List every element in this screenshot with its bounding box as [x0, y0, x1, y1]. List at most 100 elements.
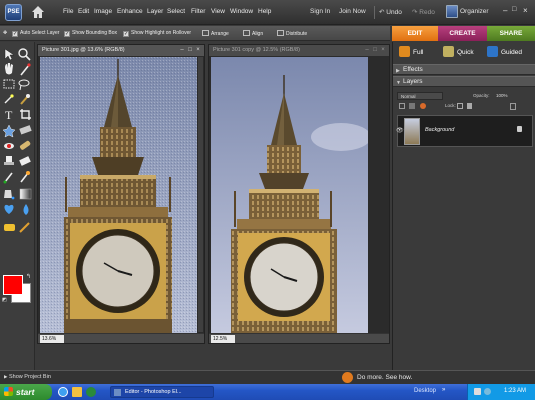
new-layer-icon[interactable]	[399, 103, 405, 109]
checkbox-icon: ✓	[123, 31, 129, 37]
layers-panel-header[interactable]: ▼ Layers	[393, 76, 535, 87]
pencil-tool-icon[interactable]	[19, 222, 30, 233]
show-project-bin-button[interactable]: ▶ Show Project Bin	[4, 374, 51, 380]
sponge-tool-icon[interactable]	[4, 224, 15, 231]
desktop-toolbar-label[interactable]: Desktop	[414, 388, 436, 394]
move-tool-icon[interactable]	[4, 48, 15, 61]
lock-all-icon[interactable]	[467, 103, 472, 109]
minimize-icon[interactable]: –	[503, 6, 507, 15]
toolbox: T ↰ ◩	[0, 42, 35, 370]
quick-edit-icon	[443, 46, 454, 57]
lock-transparency-icon[interactable]	[457, 103, 463, 109]
menu-select[interactable]: Select	[167, 8, 185, 15]
maximize-icon[interactable]: □	[512, 6, 516, 13]
organizer-button[interactable]: Organizer	[460, 8, 489, 15]
menu-help[interactable]: Help	[258, 8, 271, 15]
tab-edit[interactable]: EDIT	[392, 26, 438, 41]
opacity-field[interactable]: 100%	[496, 93, 508, 98]
swap-colors-icon[interactable]: ↰	[26, 273, 31, 280]
auto-select-layer-checkbox[interactable]: ✓ Auto Select Layer	[12, 30, 59, 37]
lasso-tool-icon[interactable]	[18, 79, 30, 91]
full-edit-tab[interactable]: Full	[399, 46, 423, 60]
smart-brush-icon[interactable]	[20, 171, 30, 183]
zoom-tool-icon[interactable]	[18, 48, 31, 61]
menu-filter[interactable]: Filter	[191, 8, 205, 15]
undo-button[interactable]: ↶ Undo	[379, 8, 402, 16]
minimize-icon[interactable]: –	[364, 47, 370, 53]
show-highlight-checkbox[interactable]: ✓ Show Highlight on Rollover	[123, 30, 191, 37]
do-more-link[interactable]: Do more. See how.	[357, 374, 412, 381]
arrange-button[interactable]: Arrange	[202, 30, 229, 37]
menu-image[interactable]: Image	[94, 8, 112, 15]
delete-layer-icon[interactable]	[510, 103, 516, 110]
home-icon[interactable]	[31, 5, 45, 19]
taskbar-app-button[interactable]: Editor - Photoshop El...	[110, 386, 214, 398]
close-icon[interactable]: ×	[380, 47, 386, 53]
healing-brush-icon[interactable]	[19, 140, 31, 150]
document-image	[211, 57, 368, 333]
menu-edit[interactable]: Edit	[78, 8, 89, 15]
paint-bucket-icon[interactable]	[4, 190, 15, 200]
type-tool-icon[interactable]: T	[5, 108, 13, 122]
foreground-color-swatch[interactable]	[3, 275, 23, 295]
distribute-button[interactable]: Distribute	[277, 30, 307, 37]
media-player-icon[interactable]	[86, 387, 96, 397]
menu-window[interactable]: Window	[230, 8, 253, 15]
lock-icon	[517, 126, 522, 132]
guided-edit-tab[interactable]: Guided	[487, 46, 522, 60]
adjustment-layer-icon[interactable]	[409, 103, 415, 109]
straighten-tool-icon[interactable]	[19, 125, 32, 135]
brush-tool-icon[interactable]	[3, 172, 13, 184]
distribute-icon	[277, 30, 284, 36]
quick-selection-icon[interactable]	[20, 94, 30, 105]
tab-share[interactable]: SHARE	[487, 26, 535, 41]
red-eye-icon[interactable]	[4, 143, 14, 149]
document-title-bar[interactable]: Picture 301 copy @ 12.5% (RGB/8)	[209, 45, 389, 56]
network-icon[interactable]	[474, 388, 481, 395]
vertical-scrollbar[interactable]	[198, 57, 203, 332]
volume-icon[interactable]	[484, 388, 491, 395]
maximize-icon[interactable]: □	[187, 47, 193, 53]
close-icon[interactable]: ×	[523, 6, 528, 15]
browser-icon[interactable]	[58, 387, 68, 397]
tab-create[interactable]: CREATE	[438, 26, 487, 41]
gradient-tool-icon[interactable]	[19, 188, 32, 200]
close-icon[interactable]: ×	[195, 47, 201, 53]
sign-in-link[interactable]: Sign In	[310, 8, 330, 15]
hand-tool-icon[interactable]	[5, 63, 13, 75]
maximize-icon[interactable]: □	[372, 47, 378, 53]
blur-tool-icon[interactable]	[23, 204, 29, 215]
eraser-icon[interactable]	[19, 156, 31, 166]
eyedropper-icon[interactable]	[20, 63, 31, 76]
cookie-cutter-icon[interactable]	[2, 124, 16, 138]
menu-view[interactable]: View	[211, 8, 225, 15]
menu-layer[interactable]: Layer	[147, 8, 163, 15]
zoom-field[interactable]: 12.5%	[211, 335, 235, 343]
quick-edit-tab[interactable]: Quick	[443, 46, 474, 60]
marquee-tool-icon[interactable]	[3, 79, 15, 89]
document-window-1[interactable]: Picture 301.jpg @ 13.6% (RGB/8) – □ × 13…	[37, 44, 205, 344]
redo-button[interactable]: ↷ Redo	[412, 8, 435, 16]
zoom-field[interactable]: 13.6%	[40, 335, 64, 343]
visibility-eye-icon[interactable]: 👁	[396, 127, 404, 134]
magic-wand-icon[interactable]	[4, 94, 14, 104]
blend-mode-select[interactable]: Normal	[397, 92, 443, 100]
minimize-icon[interactable]: –	[179, 47, 185, 53]
default-colors-icon[interactable]: ◩	[2, 297, 7, 303]
folder-icon[interactable]	[72, 387, 82, 397]
start-button[interactable]: start	[0, 384, 52, 400]
fill-layer-icon[interactable]	[420, 103, 426, 109]
join-now-link[interactable]: Join Now	[339, 8, 366, 15]
document-window-2[interactable]: Picture 301 copy @ 12.5% (RGB/8) – □ × 1…	[208, 44, 390, 344]
clone-stamp-icon[interactable]	[4, 156, 14, 165]
clock: 1:23 AM	[504, 388, 527, 394]
show-bounding-box-checkbox[interactable]: ✓ Show Bounding Box	[64, 30, 117, 37]
layer-row-background[interactable]: 👁 Background	[396, 115, 533, 147]
crop-tool-icon[interactable]	[20, 109, 31, 120]
effects-panel-header[interactable]: ▶ Effects	[393, 64, 535, 75]
menu-file[interactable]: File	[63, 8, 73, 15]
toolbar-arrows-icon[interactable]: »	[442, 387, 445, 393]
align-button[interactable]: Align	[243, 30, 263, 37]
shape-tool-icon[interactable]	[4, 204, 14, 214]
menu-enhance[interactable]: Enhance	[117, 8, 143, 15]
